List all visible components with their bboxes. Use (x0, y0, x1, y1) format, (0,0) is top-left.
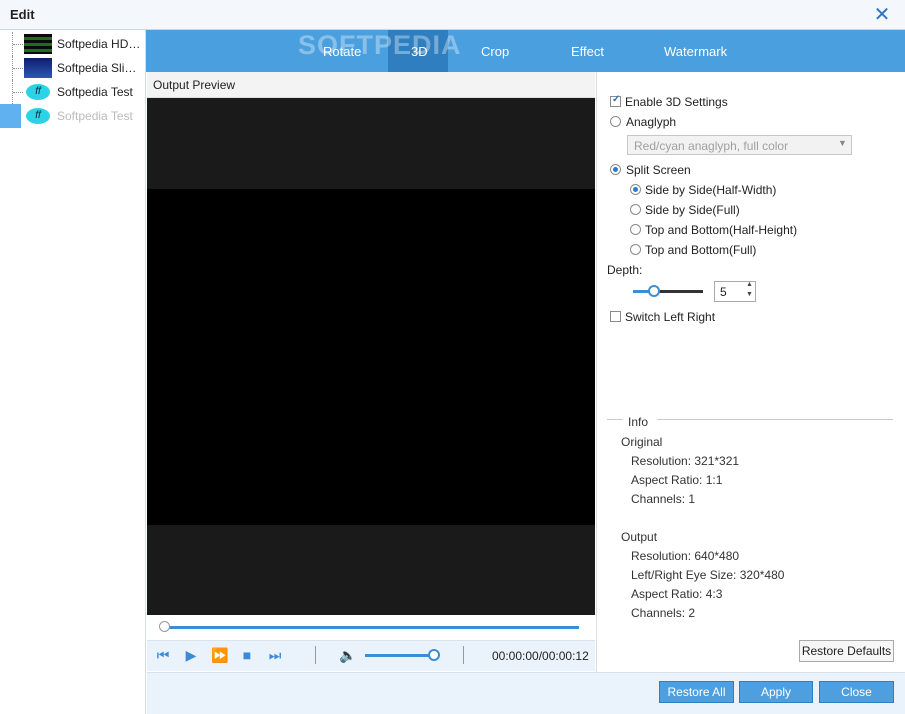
stepper-up-icon[interactable]: ▲ (746, 281, 753, 288)
seek-track[interactable] (165, 626, 579, 629)
output-resolution: Resolution: 640*480 (631, 549, 740, 563)
stop-icon[interactable]: ■ (239, 646, 255, 664)
depth-label: Depth: (607, 263, 643, 277)
fast-forward-icon[interactable]: ⏩ (211, 646, 228, 664)
video-frame (147, 189, 595, 525)
list-item[interactable]: Softpedia HD.mp4 (0, 32, 146, 56)
skip-forward-icon[interactable]: ⏭ (267, 646, 283, 664)
switch-left-right-label: Switch Left Right (625, 310, 716, 324)
video-thumbnail: ff (24, 106, 52, 126)
tb-half-label: Top and Bottom(Half-Height) (645, 223, 798, 237)
original-aspect-ratio: Aspect Ratio: 1:1 (631, 473, 723, 487)
switch-left-right-checkbox[interactable] (610, 311, 621, 322)
tab-3d[interactable]: 3D (411, 44, 428, 59)
volume-icon[interactable]: 🔈 (339, 646, 356, 664)
tb-full-radio[interactable] (630, 244, 641, 255)
output-aspect-ratio: Aspect Ratio: 4:3 (631, 587, 723, 601)
original-channels: Channels: 1 (631, 492, 696, 506)
video-thumbnail (24, 34, 52, 54)
volume-handle[interactable] (428, 649, 440, 661)
file-name: Softpedia Test (57, 85, 133, 99)
enable-3d-checkbox[interactable] (610, 94, 621, 107)
skip-back-icon[interactable]: ⏮ (155, 646, 171, 664)
tab-effect[interactable]: Effect (571, 44, 604, 59)
window-title: Edit (10, 7, 35, 22)
output-eye-size: Left/Right Eye Size: 320*480 (631, 568, 785, 582)
anaglyph-select-value: Red/cyan anaglyph, full color (634, 139, 789, 153)
close-icon[interactable]: ✕ (872, 5, 892, 26)
enable-3d-label: Enable 3D Settings (625, 95, 728, 109)
list-item-selected[interactable]: ff Softpedia Test (0, 104, 146, 128)
file-name: Softpedia Test (57, 109, 133, 123)
seek-handle[interactable] (159, 621, 170, 632)
selection-marker (0, 104, 21, 128)
video-thumbnail (24, 58, 52, 78)
output-channels: Channels: 2 (631, 606, 696, 620)
anaglyph-label: Anaglyph (626, 115, 677, 129)
list-item[interactable]: ff Softpedia Test (0, 80, 146, 104)
chevron-down-icon: ▼ (838, 138, 847, 148)
tb-full-label: Top and Bottom(Full) (645, 243, 757, 257)
split-screen-radio[interactable] (610, 164, 621, 175)
tab-watermark[interactable]: Watermark (664, 44, 727, 59)
timecode: 00:00:00/00:00:12 (492, 649, 589, 663)
play-icon[interactable]: ▶ (183, 646, 199, 664)
info-title: Info (628, 415, 649, 429)
file-name: Softpedia HD.mp4 (57, 37, 143, 51)
depth-value: 5 (720, 285, 727, 299)
list-item[interactable]: Softpedia Slideshow (0, 56, 146, 80)
sbs-full-label: Side by Side(Full) (645, 203, 740, 217)
preview-label: Output Preview (153, 78, 236, 92)
anaglyph-radio[interactable] (610, 116, 621, 127)
tab-bar (146, 30, 905, 72)
sbs-full-radio[interactable] (630, 204, 641, 215)
sbs-half-label: Side by Side(Half-Width) (645, 183, 777, 197)
split-screen-label: Split Screen (626, 163, 691, 177)
restore-defaults-button[interactable]: Restore Defaults (799, 640, 894, 662)
settings-panel (596, 72, 905, 672)
title-bar (0, 0, 905, 30)
file-name: Softpedia Slideshow (57, 61, 143, 75)
apply-button[interactable]: Apply (739, 681, 813, 703)
volume-slider[interactable] (365, 654, 433, 657)
tb-half-radio[interactable] (630, 224, 641, 235)
tab-rotate[interactable]: Rotate (323, 44, 361, 59)
stepper-down-icon[interactable]: ▼ (746, 291, 753, 298)
original-label: Original (621, 435, 663, 449)
file-list: Softpedia HD.mp4 Softpedia Slideshow ff … (0, 30, 146, 714)
original-resolution: Resolution: 321*321 (631, 454, 740, 468)
divider (463, 646, 464, 664)
restore-all-button[interactable]: Restore All (659, 681, 734, 703)
video-thumbnail: ff (24, 82, 52, 102)
divider (315, 646, 316, 664)
depth-handle[interactable] (648, 285, 660, 297)
sbs-half-radio[interactable] (630, 184, 641, 195)
output-label: Output (621, 530, 658, 544)
tab-crop[interactable]: Crop (481, 44, 509, 59)
close-button[interactable]: Close (819, 681, 894, 703)
